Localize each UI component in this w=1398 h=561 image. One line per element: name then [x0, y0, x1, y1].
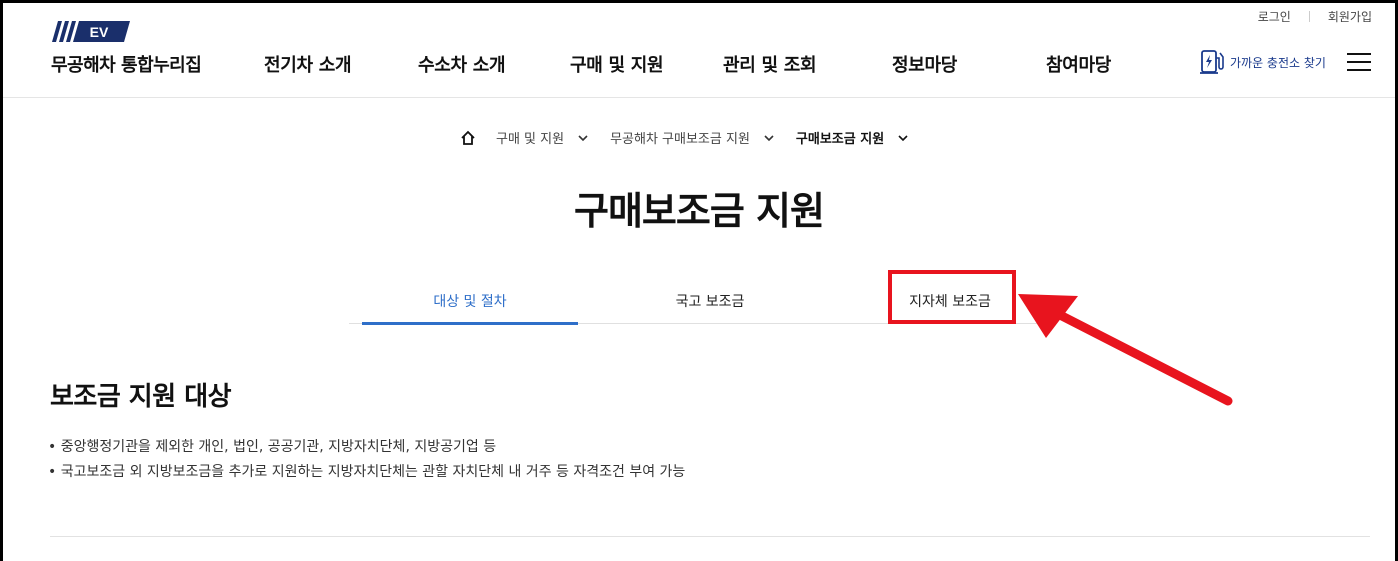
section-title: 보조금 지원 대상: [50, 382, 232, 412]
charging-station-icon: [1200, 50, 1224, 74]
target-list: 중앙행정기관을 제외한 개인, 법인, 공공기관, 지방자치단체, 지방공기업 …: [48, 435, 686, 485]
page-title: 구매보조금 지원: [574, 189, 825, 233]
list-item: 국고보조금 외 지방보조금을 추가로 지원하는 지방자치단체는 관할 자치단체 …: [48, 460, 686, 485]
chevron-down-icon: [898, 134, 908, 141]
chevron-down-icon: [764, 134, 774, 141]
divider: [1308, 11, 1310, 22]
annotation-highlight-box: [888, 270, 1016, 324]
tab-target-procedure[interactable]: 대상 및 절차: [362, 277, 578, 325]
nav-hydrogen-intro[interactable]: 수소차 소개: [418, 51, 506, 77]
charger-finder-link[interactable]: 가까운 충전소 찾기: [1200, 48, 1326, 76]
nav-manage-lookup[interactable]: 관리 및 조회: [723, 51, 817, 77]
ev-logo-icon[interactable]: EV: [52, 21, 130, 42]
nav-info[interactable]: 정보마당: [892, 51, 957, 77]
breadcrumb-item-subsidy[interactable]: 무공해차 구매보조금 지원: [610, 128, 774, 147]
nav-purchase-support[interactable]: 구매 및 지원: [570, 51, 664, 77]
charger-finder-label: 가까운 충전소 찾기: [1230, 55, 1326, 70]
signup-link[interactable]: 회원가입: [1328, 8, 1372, 25]
breadcrumb-item-current[interactable]: 구매보조금 지원: [796, 128, 908, 147]
chevron-down-icon: [578, 134, 588, 141]
home-icon[interactable]: [460, 130, 476, 146]
site-name[interactable]: 무공해차 통합누리집: [51, 51, 202, 77]
nav-ev-intro[interactable]: 전기차 소개: [264, 51, 352, 77]
hamburger-menu-icon[interactable]: [1347, 53, 1371, 71]
logo-mark-text: EV: [90, 24, 109, 40]
login-link[interactable]: 로그인: [1258, 8, 1291, 25]
utility-links: 로그인 회원가입: [1258, 8, 1372, 25]
list-item: 중앙행정기관을 제외한 개인, 법인, 공공기관, 지방자치단체, 지방공기업 …: [48, 435, 685, 460]
breadcrumb-item-purchase-support[interactable]: 구매 및 지원: [496, 128, 588, 147]
nav-participation[interactable]: 참여마당: [1046, 51, 1111, 77]
header-divider: [3, 97, 1395, 98]
tab-national-subsidy[interactable]: 국고 보조금: [602, 277, 818, 324]
section-divider: [50, 536, 1370, 537]
breadcrumb: 구매 및 지원 무공해차 구매보조금 지원 구매보조금 지원: [460, 128, 930, 147]
